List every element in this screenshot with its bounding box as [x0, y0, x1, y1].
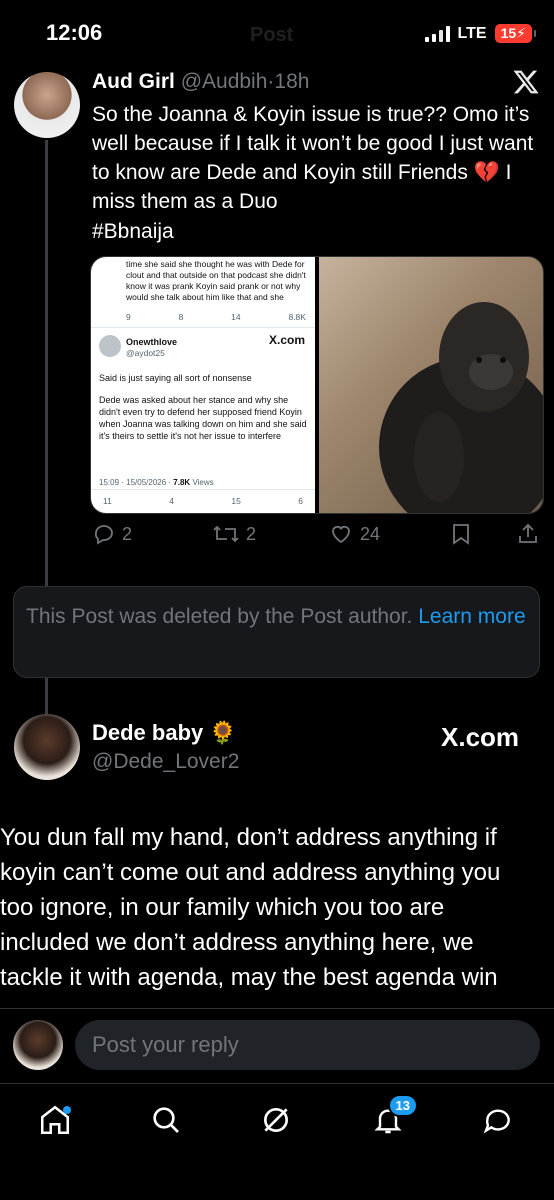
embedded-meta: 15:09 · 15/05/2026 · 7.8K Views: [99, 477, 214, 488]
repost-button[interactable]: 2: [212, 522, 256, 546]
embedded-bottom-stats: 11 4 15 6: [103, 496, 303, 507]
bookmark-button[interactable]: [450, 522, 472, 546]
battery-icon: 15⚡: [494, 24, 537, 43]
status-indicators: LTE 15⚡: [424, 24, 537, 43]
header-title: Post: [250, 24, 294, 46]
embedded-divider-2: [91, 489, 315, 490]
thread-line-2: [45, 678, 48, 718]
embedded-meta-time: 15:09 · 15/05/2026 ·: [99, 478, 172, 487]
home-notification-dot: [63, 1106, 71, 1114]
author-name[interactable]: Aud Girl: [92, 70, 175, 93]
bottom-nav: 13: [0, 1083, 554, 1200]
x-logo-icon[interactable]: [512, 68, 540, 101]
reply-icon: [94, 525, 113, 545]
nav-messages[interactable]: [478, 1100, 518, 1140]
signal-icon: [424, 25, 450, 42]
status-time: 12:06: [46, 20, 103, 45]
share-button[interactable]: [516, 522, 540, 546]
tweet-media[interactable]: time she said she thought he was with De…: [90, 256, 544, 514]
tweet-age[interactable]: 18h: [274, 70, 309, 93]
bookmark-icon: [453, 524, 469, 545]
embedded-divider: [91, 327, 315, 328]
embedded-top-reposts: 8: [178, 312, 184, 322]
nav-home[interactable]: [35, 1100, 75, 1140]
share-icon: [519, 523, 537, 543]
embedded-line1: Said is just saying all sort of nonsense: [99, 373, 252, 383]
author-handle[interactable]: @Audbih: [181, 70, 268, 93]
tweet-header: Aud Girl @Audbih·18h: [92, 70, 309, 94]
network-type: LTE: [457, 24, 487, 42]
nav-notifications[interactable]: 13: [368, 1094, 418, 1140]
notifications-badge: 13: [387, 1094, 418, 1117]
tweet-actions: 2 2 24: [92, 522, 544, 552]
learn-more-link[interactable]: Learn more: [418, 605, 525, 628]
embedded-avatar: [99, 335, 121, 357]
current-user-avatar[interactable]: [13, 1020, 63, 1070]
heart-icon: [332, 525, 350, 544]
embedded-top-text: time she said she thought he was with De…: [126, 259, 306, 302]
embedded-top-replies: 9: [126, 312, 131, 322]
embedded-top-views: 8.8K: [288, 312, 306, 322]
battery-level: 15: [500, 25, 517, 41]
grok-icon: [264, 1108, 288, 1132]
search-icon: [153, 1107, 179, 1133]
reply-input[interactable]: Post your reply: [75, 1020, 540, 1070]
reply-brand: X.com: [441, 722, 520, 752]
nav-search[interactable]: [146, 1100, 186, 1140]
reply-button[interactable]: 2: [92, 522, 132, 546]
embedded-meta-views-label: Views: [192, 478, 214, 487]
hashtag-link[interactable]: #Bbnaija: [92, 217, 174, 246]
like-button[interactable]: 24: [328, 522, 380, 546]
reply-author-avatar[interactable]: [14, 714, 80, 780]
reply-count: 2: [122, 523, 133, 544]
repost-icon: [213, 525, 239, 543]
thread-line: [45, 140, 48, 590]
reply-text-clip: You dun fall my hand, don’t address anyt…: [0, 820, 554, 1008]
embedded-meta-views: 7.8K: [173, 478, 191, 487]
embedded-user-name: Onewthlove: [126, 337, 178, 347]
deleted-post-notice: This Post was deleted by the Post author…: [13, 586, 540, 678]
tweet-text: So the Joanna & Koyin issue is true?? Om…: [92, 103, 534, 213]
reply-author-name[interactable]: Dede baby: [92, 720, 203, 745]
embedded-user-handle: @aydot25: [126, 348, 165, 358]
nav-grok[interactable]: [256, 1100, 296, 1140]
reply-author-handle[interactable]: @Dede_Lover2: [92, 750, 239, 774]
embedded-top-likes: 14: [231, 312, 241, 322]
gorilla-figure: [379, 302, 543, 513]
author-avatar[interactable]: [14, 72, 80, 138]
embedded-bottom-replies: 11: [103, 496, 112, 506]
deleted-notice-text: This Post was deleted by the Post author…: [26, 605, 413, 628]
embedded-bottom-reposts: 4: [169, 496, 174, 506]
reply-header: Dede baby 🌻: [92, 720, 237, 746]
reply-text: You dun fall my hand, don’t address anyt…: [0, 824, 501, 991]
embedded-bottom-bookmarks: 6: [298, 496, 303, 506]
embedded-brand: X.com: [268, 333, 305, 347]
sunflower-emoji: 🌻: [209, 720, 237, 745]
embedded-line2: Dede was asked about her stance and why …: [99, 395, 307, 441]
embedded-top-stats: 9 8 14 8.8K: [126, 312, 306, 323]
media-screenshot[interactable]: time she said she thought he was with De…: [91, 257, 315, 513]
repost-count: 2: [246, 523, 257, 544]
like-count: 24: [360, 523, 381, 544]
message-icon: [483, 1109, 510, 1134]
embedded-bottom-likes: 15: [231, 496, 241, 506]
media-gorilla-image[interactable]: [319, 257, 543, 513]
